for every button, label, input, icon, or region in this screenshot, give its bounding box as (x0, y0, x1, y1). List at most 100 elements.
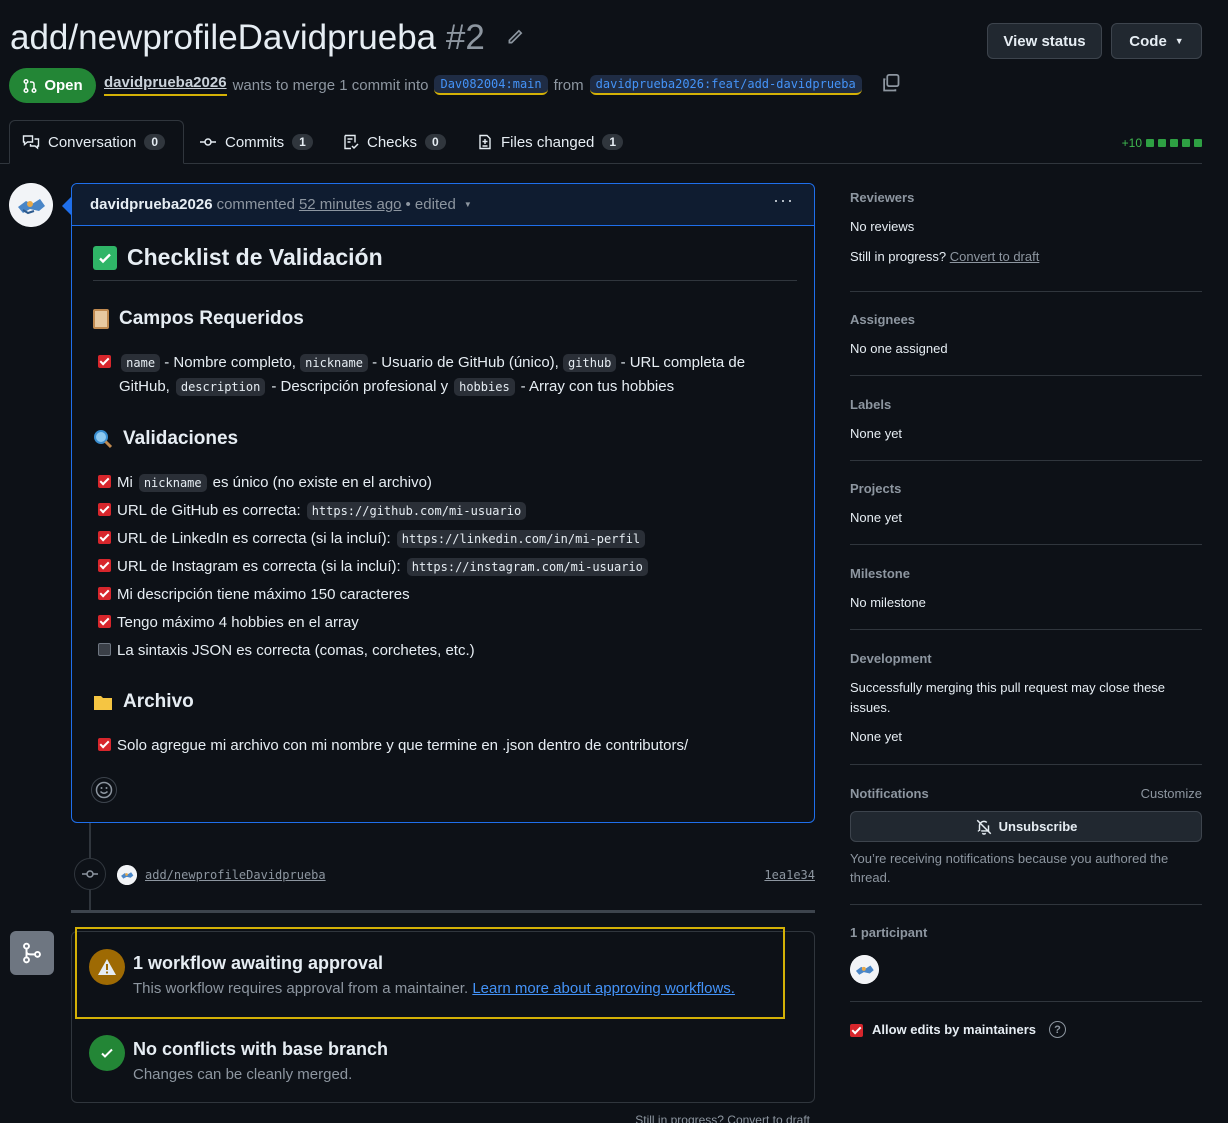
head-branch[interactable]: davidprueba2026:feat/add-davidprueba (589, 75, 862, 95)
diffstat-additions: +10 (1121, 136, 1142, 150)
checkbox[interactable] (98, 503, 111, 516)
tab-label: Commits (225, 133, 285, 151)
checkbox[interactable] (98, 559, 111, 572)
checkbox[interactable] (98, 475, 111, 488)
checklist-item: Mi nickname es único (no existe en el arch… (98, 474, 432, 492)
diffstat: +10 (1122, 136, 1202, 150)
file-diff-icon (479, 134, 491, 150)
workflow-highlight (75, 927, 785, 1019)
inline-code: hobbies (454, 378, 515, 396)
comment-author[interactable]: davidprueba2026 (90, 196, 213, 213)
checkbox[interactable] (98, 643, 111, 656)
tab-checks[interactable]: Checks 0 (343, 120, 446, 164)
tab-commits[interactable]: Commits 1 (199, 120, 313, 164)
tab-label: Files changed (501, 133, 595, 151)
tab-counter: 1 (602, 134, 624, 150)
text: - Usuario de GitHub (único), (372, 354, 559, 371)
development-text: Successfully merging this pull request m… (850, 680, 1166, 715)
git-branch-icon (23, 942, 41, 964)
participant-avatar[interactable] (850, 955, 879, 984)
sidebar-milestone: Milestone No milestone (850, 566, 1202, 610)
sidebar-value: No milestone (850, 595, 926, 610)
pr-meta: davidprueba2026 wants to merge 1 commit … (104, 74, 862, 96)
sidebar-divider (850, 629, 1202, 630)
unsubscribe-button[interactable]: Unsubscribe (850, 811, 1202, 842)
inline-code: description (175, 378, 266, 396)
section-campos-requeridos: Campos Requeridos (93, 308, 304, 330)
commit-avatar[interactable] (117, 865, 137, 885)
edited-dropdown[interactable]: • edited (406, 196, 456, 213)
sidebar-divider (850, 544, 1202, 545)
text: - URL completa de (620, 354, 746, 371)
sidebar-divider (850, 291, 1202, 292)
tab-counter: 0 (425, 134, 446, 150)
inline-code: name (121, 354, 161, 372)
commit-message-link[interactable]: add/newprofileDavidprueba (145, 868, 326, 882)
section-title: Validaciones (123, 428, 239, 449)
author-avatar[interactable] (9, 183, 53, 227)
commit-node (74, 858, 106, 890)
checkbox[interactable] (98, 355, 111, 368)
checkbox[interactable] (98, 587, 111, 600)
conflict-subtitle: Changes can be cleanly merged. (133, 1066, 353, 1083)
sidebar-heading[interactable]: Development (850, 651, 1202, 666)
caret-down-icon[interactable]: ▼ (464, 200, 472, 209)
checklist-item-text: name - Nombre completo, nickname - Usuar… (117, 354, 746, 372)
base-branch[interactable]: Dav082004:main (434, 75, 548, 95)
inline-code: https://instagram.com/mi-usuario (406, 558, 648, 576)
sidebar-divider (850, 764, 1202, 765)
smiley-icon (95, 781, 113, 799)
tab-conversation[interactable]: Conversation 0 (9, 120, 184, 164)
sidebar-heading[interactable]: Assignees (850, 312, 1202, 327)
comment-time[interactable]: 52 minutes ago (299, 196, 402, 213)
sidebar-heading[interactable]: Projects (850, 481, 1202, 496)
text: GitHub, (119, 378, 170, 395)
checklist-item-text: La sintaxis JSON es correcta (comas, cor… (117, 642, 475, 659)
timeline-line (89, 890, 91, 910)
allow-edits-row: Allow edits by maintainers ? (850, 1021, 1202, 1038)
pencil-icon[interactable] (506, 28, 524, 46)
sidebar-heading[interactable]: Labels (850, 397, 1202, 412)
pr-number: #2 (445, 18, 485, 57)
allow-edits-checkbox[interactable] (850, 1024, 863, 1037)
customize-link[interactable]: Customize (1141, 786, 1202, 801)
sidebar-value: None yet (850, 729, 903, 744)
view-status-button[interactable]: View status (987, 23, 1102, 59)
checkbox[interactable] (98, 738, 111, 751)
comment-menu-button[interactable]: ··· (773, 190, 794, 211)
checklist-item: Solo agregue mi archivo con mi nombre y … (98, 737, 688, 754)
text: - Array con tus hobbies (520, 378, 675, 395)
pr-tabs: Conversation 0 Commits 1 Checks 0 Files … (0, 120, 1202, 164)
view-status-label: View status (1003, 32, 1086, 50)
pull-request-icon (23, 78, 37, 93)
checklist-item: name - Nombre completo, nickname - Usuar… (98, 354, 746, 372)
commit-sha-link[interactable]: 1ea1e34 (764, 868, 815, 882)
caret-down-icon: ▼ (1174, 36, 1184, 46)
diffstat-block (1182, 139, 1190, 147)
checklist-item-continued: GitHub, description - Descripción profes… (119, 378, 674, 396)
check-icon (101, 1048, 113, 1058)
add-reaction-button[interactable] (91, 777, 117, 803)
checklist-item: Mi descripción tiene máximo 150 caracter… (98, 586, 410, 603)
copy-icon[interactable] (881, 73, 901, 93)
text: - Descripción profesional y (271, 378, 449, 395)
author-link[interactable]: davidprueba2026 (104, 74, 227, 96)
convert-to-draft-link[interactable]: Convert to draft (950, 249, 1040, 264)
comment-arrow (62, 197, 71, 215)
sidebar-heading[interactable]: Reviewers (850, 190, 1202, 205)
code-button[interactable]: Code ▼ (1111, 23, 1202, 59)
checklist-item: La sintaxis JSON es correcta (comas, cor… (98, 642, 475, 659)
sidebar-value: No reviews (850, 219, 915, 234)
checklist-item-text: Tengo máximo 4 hobbies en el array (117, 614, 359, 631)
question-icon[interactable]: ? (1049, 1021, 1066, 1038)
diffstat-block (1194, 139, 1202, 147)
text: - Nombre completo, (164, 354, 296, 371)
checkbox[interactable] (98, 615, 111, 628)
checklist-item-text: Mi (117, 474, 133, 491)
inline-code: nickname (138, 474, 207, 492)
tab-files-changed[interactable]: Files changed 1 (477, 120, 624, 164)
tab-counter: 1 (292, 134, 313, 150)
clipboard-icon (93, 309, 109, 329)
checkbox[interactable] (98, 531, 111, 544)
sidebar-heading[interactable]: Milestone (850, 566, 1202, 581)
